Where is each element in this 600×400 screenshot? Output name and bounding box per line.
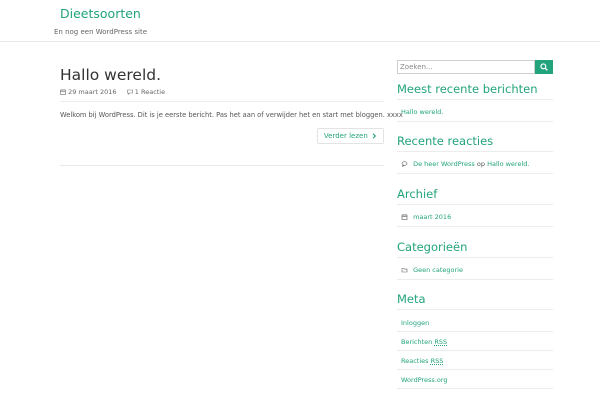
archive-link[interactable]: maart 2016 bbox=[413, 213, 451, 221]
widget-divider bbox=[397, 121, 553, 122]
chevron-right-icon bbox=[372, 132, 377, 139]
read-more-label: Verder lezen bbox=[323, 132, 368, 140]
widget-title-recent-posts: Meest recente berichten bbox=[397, 82, 538, 96]
post-date[interactable]: 29 maart 2016 bbox=[68, 88, 116, 96]
widget-divider bbox=[397, 151, 553, 152]
widget-recent-posts: Meest recente berichten Hallo wereld. bbox=[397, 82, 553, 122]
widget-divider bbox=[397, 309, 553, 310]
widget-divider bbox=[397, 257, 553, 258]
post-comments-link[interactable]: 1 Reactie bbox=[135, 88, 165, 96]
widget-archive: Archief maart 2016 bbox=[397, 187, 553, 227]
calendar-icon bbox=[401, 213, 408, 220]
meta-login-link[interactable]: Inloggen bbox=[401, 319, 429, 327]
comment-author-link[interactable]: De heer WordPress bbox=[413, 160, 475, 168]
meta-wordpress-link[interactable]: WordPress.org bbox=[401, 376, 448, 384]
widget-divider bbox=[397, 279, 553, 280]
meta-posts-rss-link[interactable]: Berichten RSS bbox=[401, 338, 447, 346]
search-form bbox=[397, 60, 553, 74]
widget-categories: Categorieën Geen categorie bbox=[397, 240, 553, 280]
post: Hallo wereld. 29 maart 2016 1 Reactie We… bbox=[60, 66, 403, 144]
widget-title-archive: Archief bbox=[397, 187, 438, 201]
posts-rss-abbr: RSS bbox=[434, 338, 448, 346]
site-description: En nog een WordPress site bbox=[54, 28, 148, 36]
post-divider bbox=[60, 101, 384, 102]
comment-post-link[interactable]: Hallo wereld. bbox=[487, 160, 529, 168]
post-meta: 29 maart 2016 1 Reactie bbox=[60, 88, 165, 96]
widget-divider bbox=[397, 369, 553, 370]
search-icon bbox=[540, 63, 548, 71]
comment-icon bbox=[401, 160, 408, 167]
widget-divider bbox=[397, 331, 553, 332]
widget-meta: Meta Inloggen Berichten RSS Reacties RSS… bbox=[397, 292, 553, 389]
site-title[interactable]: Dieetsoorten bbox=[60, 6, 141, 21]
post-title[interactable]: Hallo wereld. bbox=[60, 66, 384, 84]
recent-comment-item: De heer WordPress op Hallo wereld. bbox=[401, 160, 529, 168]
archive-item[interactable]: maart 2016 bbox=[401, 213, 451, 221]
posts-rss-prefix: Berichten bbox=[401, 338, 433, 346]
widget-divider bbox=[397, 204, 553, 205]
widget-recent-comments: Recente reacties De heer WordPress op Ha… bbox=[397, 134, 553, 174]
site-header: Dieetsoorten En nog een WordPress site bbox=[0, 0, 600, 42]
widget-title-categories: Categorieën bbox=[397, 240, 468, 254]
calendar-icon bbox=[60, 88, 66, 95]
category-item[interactable]: Geen categorie bbox=[401, 266, 463, 274]
widget-title-recent-comments: Recente reacties bbox=[397, 134, 494, 148]
category-link[interactable]: Geen categorie bbox=[413, 266, 463, 274]
comments-rss-prefix: Reacties bbox=[401, 357, 429, 365]
comment-connector: op bbox=[476, 160, 486, 168]
recent-post-link[interactable]: Hallo wereld. bbox=[401, 108, 443, 116]
widget-divider bbox=[397, 173, 553, 174]
post-excerpt: Welkom bij WordPress. Dit is je eerste b… bbox=[60, 111, 403, 119]
widget-title-meta: Meta bbox=[397, 292, 426, 306]
comments-rss-abbr: RSS bbox=[430, 357, 444, 365]
read-more-button[interactable]: Verder lezen bbox=[316, 128, 384, 144]
folder-icon bbox=[401, 267, 408, 272]
comment-icon bbox=[126, 89, 133, 95]
content-divider bbox=[60, 165, 384, 166]
meta-comments-rss-link[interactable]: Reacties RSS bbox=[401, 357, 443, 365]
search-input[interactable] bbox=[397, 60, 535, 74]
search-button[interactable] bbox=[535, 60, 553, 74]
widget-divider bbox=[397, 388, 553, 389]
widget-divider bbox=[397, 99, 553, 100]
widget-divider bbox=[397, 350, 553, 351]
widget-divider bbox=[397, 226, 553, 227]
